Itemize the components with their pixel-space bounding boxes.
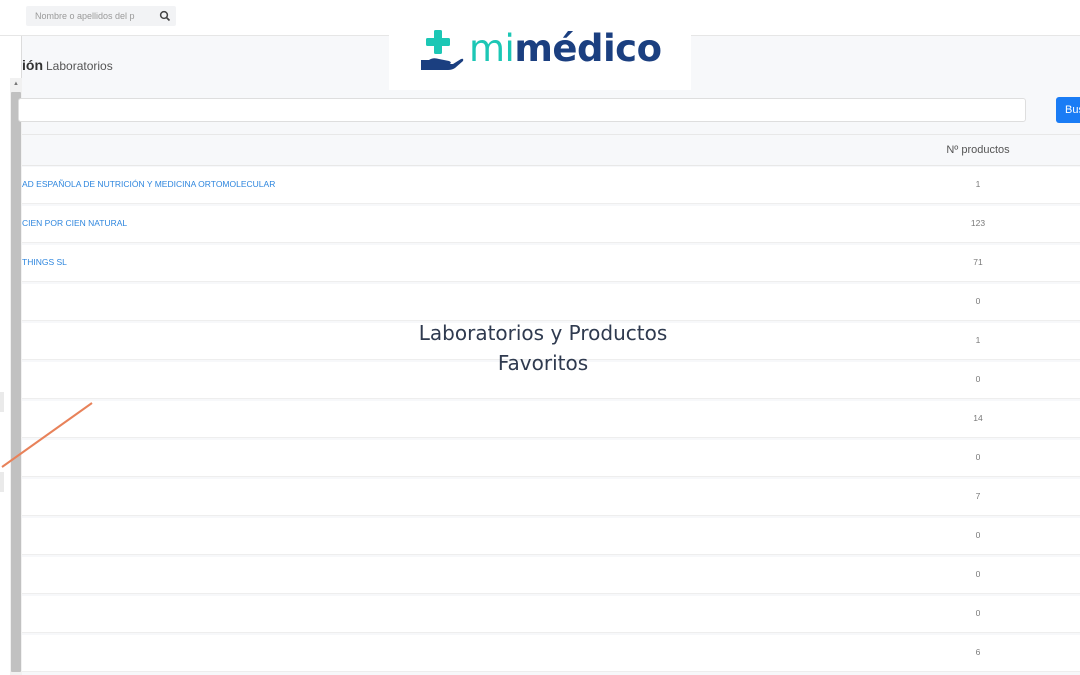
product-count: 0	[975, 296, 981, 306]
page-title-text: ión	[22, 57, 43, 73]
search-button[interactable]: Bus	[1056, 97, 1080, 123]
product-count: 0	[975, 374, 981, 384]
product-count: 123	[970, 218, 986, 228]
product-count: 7	[975, 491, 981, 501]
laboratory-filter-input[interactable]	[18, 98, 1026, 122]
product-count: 0	[975, 608, 981, 618]
product-count: 0	[975, 452, 981, 462]
scroll-up-arrow-icon[interactable]: ▲	[10, 78, 22, 90]
product-count: 71	[973, 257, 983, 267]
sidebar-marker	[0, 472, 4, 492]
product-count: 14	[973, 413, 983, 423]
brand-medico: médico	[514, 27, 662, 70]
page-subtitle: Laboratorios	[46, 59, 113, 73]
product-count: 6	[975, 647, 981, 657]
caption-line-1: Laboratorios y Productos	[418, 321, 668, 345]
brand-name: mimédico	[469, 27, 662, 70]
laboratory-link[interactable]: AD ESPAÑOLA DE NUTRICIÓN Y MEDICINA ORTO…	[22, 179, 275, 189]
table-header: Nº productos	[22, 134, 1080, 166]
table-row: 14	[22, 401, 1080, 438]
table-row: 7	[22, 479, 1080, 516]
table-row: 0	[22, 557, 1080, 594]
laboratory-link[interactable]: THINGS SL	[22, 257, 67, 267]
product-count: 0	[975, 569, 981, 579]
patient-search[interactable]	[26, 6, 176, 26]
laboratories-table: AD ESPAÑOLA DE NUTRICIÓN Y MEDICINA ORTO…	[22, 167, 1080, 674]
table-row: 0	[22, 284, 1080, 321]
product-count: 1	[975, 179, 981, 189]
annotation-arrow-icon	[1, 402, 93, 468]
scrollbar[interactable]: ▲	[10, 78, 22, 675]
mimedico-logo: mimédico	[389, 18, 691, 90]
brand-mi: mi	[469, 27, 515, 70]
caption: Laboratorios y Productos Favoritos	[380, 318, 706, 378]
table-row: 0	[22, 518, 1080, 555]
patient-search-input[interactable]	[26, 6, 154, 26]
table-row: 6	[22, 635, 1080, 672]
table-row: 0	[22, 440, 1080, 477]
page-title: ión Laboratorios	[22, 57, 113, 73]
laboratory-link[interactable]: CIEN POR CIEN NATURAL	[22, 218, 127, 228]
table-row: AD ESPAÑOLA DE NUTRICIÓN Y MEDICINA ORTO…	[22, 167, 1080, 204]
product-count: 0	[975, 530, 981, 540]
table-row: THINGS SL 71	[22, 245, 1080, 282]
caption-line-2: Favoritos	[497, 351, 589, 375]
product-count: 1	[975, 335, 981, 345]
hand-plus-icon	[421, 30, 464, 70]
table-row: CIEN POR CIEN NATURAL 123	[22, 206, 1080, 243]
scroll-thumb[interactable]	[11, 92, 21, 672]
table-row: 0	[22, 596, 1080, 633]
product-count-header: Nº productos	[946, 144, 1010, 156]
search-icon[interactable]	[159, 10, 171, 22]
